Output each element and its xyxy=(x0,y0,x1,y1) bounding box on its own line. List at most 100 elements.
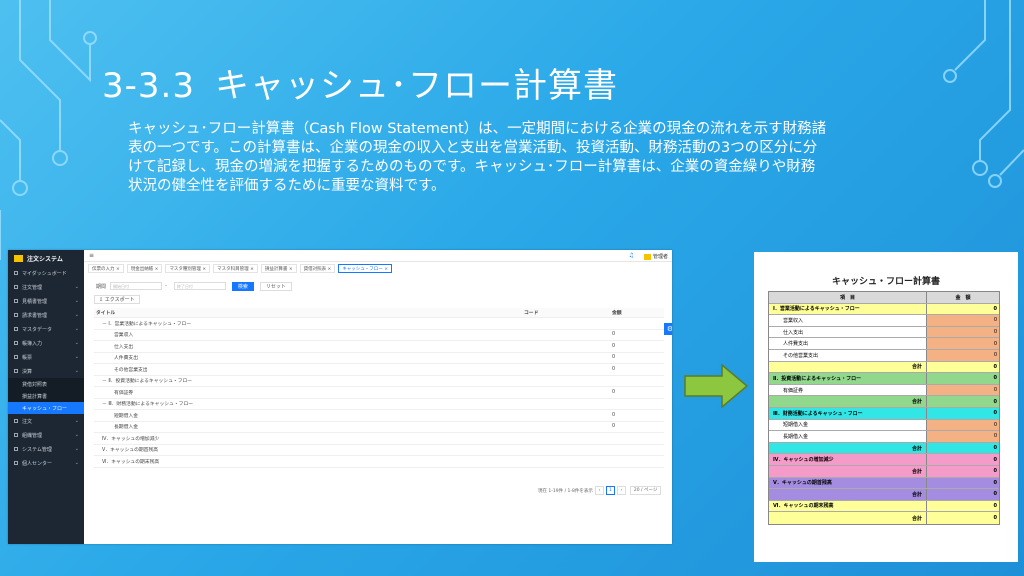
menu-item-icon xyxy=(14,447,18,451)
close-icon[interactable]: × xyxy=(328,267,332,272)
sidebar-subitem[interactable]: 損益計算書 xyxy=(8,390,84,402)
sidebar-item[interactable]: 決算 ⌄ xyxy=(8,364,84,378)
tab[interactable]: 伝票の入力 × xyxy=(88,264,124,273)
sidebar-item-label: 請求書管理 xyxy=(22,312,48,319)
menu-item-icon xyxy=(14,313,18,317)
sidebar-item[interactable]: マイダッシュボード xyxy=(8,266,84,280)
table-row[interactable]: その他営業支出 0 xyxy=(94,364,664,376)
sidebar-item[interactable]: 見積書管理 ⌄ xyxy=(8,294,84,308)
tab[interactable]: マスタ種別管理 × xyxy=(165,264,211,273)
report-row-label: 合計 xyxy=(769,465,927,477)
sidebar-item[interactable]: 請求書管理 ⌄ xyxy=(8,308,84,322)
menu-item-icon xyxy=(14,355,18,359)
prev-page-button[interactable]: ‹ xyxy=(594,486,604,495)
menu-icon[interactable]: ≡ xyxy=(89,252,94,259)
menu-item-icon xyxy=(14,369,18,373)
close-icon[interactable]: × xyxy=(202,267,206,272)
row-title: － Ⅱ．投資活動によるキャッシュ・フロー xyxy=(102,379,193,385)
app-header: ≡ ♫ 管理者 xyxy=(84,250,672,262)
sidebar-item-label: マスタデータ xyxy=(22,326,53,333)
row-amount: 0 xyxy=(612,332,616,338)
sidebar-item[interactable]: マスタデータ ⌄ xyxy=(8,322,84,336)
report-row: 合計 0 xyxy=(769,489,999,501)
chevron-down-icon: ⌄ xyxy=(74,418,79,424)
gear-icon[interactable]: ⚙ xyxy=(664,323,672,335)
sidebar-item-label: 注文管理 xyxy=(22,284,43,291)
start-date-input[interactable]: 開始日付 xyxy=(110,282,163,290)
pagination: 現在 1-19件 / 1-8件を表示 ‹ 1 › 20 / ページ xyxy=(538,486,662,495)
report-row: 人件費支出 0 xyxy=(769,338,999,350)
table-row[interactable]: 有価証券 0 xyxy=(94,387,664,399)
end-date-input[interactable]: 終了日付 xyxy=(173,282,226,290)
sidebar-item-label: 帳簿入力 xyxy=(22,340,43,347)
sidebar-item[interactable]: 組織管理 ⌄ xyxy=(8,428,84,442)
tab[interactable]: 貸借対照表 × xyxy=(299,264,336,273)
sidebar-item[interactable]: 帳票 ⌄ xyxy=(8,350,84,364)
table-row[interactable]: 仕入支出 0 xyxy=(94,341,664,353)
export-button[interactable]: ⇩ エクスポート xyxy=(94,295,140,304)
next-page-button[interactable]: › xyxy=(616,486,626,495)
sidebar-item[interactable]: 個人センター ⌄ xyxy=(8,456,84,470)
table-row[interactable]: － Ⅰ．営業活動によるキャッシュ・フロー xyxy=(94,318,664,330)
report-row-label: Ⅲ．財務活動によるキャッシュ・フロー xyxy=(769,407,927,419)
table-row[interactable]: － Ⅲ．財務活動によるキャッシュ・フロー xyxy=(94,399,664,410)
reset-button[interactable]: リセット xyxy=(259,281,292,291)
table-row[interactable]: 営業収入 0 xyxy=(94,330,664,341)
sidebar-subitem[interactable]: 貸借対照表 xyxy=(8,378,84,390)
report-row-value: 0 xyxy=(927,465,999,477)
tab[interactable]: マスタ科目管理 × xyxy=(213,264,258,273)
report-row-label: Ⅵ．キャッシュの期末残高 xyxy=(769,500,927,512)
tab-label: 伝票の入力 xyxy=(92,267,115,272)
tab-label: マスタ科目管理 xyxy=(217,267,249,272)
sidebar-item[interactable]: システム管理 ⌄ xyxy=(8,442,84,456)
row-title: 仕入支出 xyxy=(114,344,134,350)
period-label: 期間 xyxy=(96,283,107,290)
table-row[interactable]: Ⅵ．キャッシュの期末残高 xyxy=(94,456,664,468)
report-row-label: 合計 xyxy=(769,361,927,373)
table-row[interactable]: Ⅴ．キャッシュの期首残高 xyxy=(94,445,664,456)
report-row-label: その他営業支出 xyxy=(769,349,927,361)
tab[interactable]: 損益計算書 × xyxy=(260,264,297,273)
report-row-value: 0 xyxy=(927,454,999,465)
chevron-down-icon: ⌄ xyxy=(74,326,79,332)
table-row[interactable]: － Ⅱ．投資活動によるキャッシュ・フロー xyxy=(94,376,664,387)
chevron-down-icon: ⌄ xyxy=(74,284,79,290)
report-row-value: 0 xyxy=(927,407,999,419)
close-icon[interactable]: × xyxy=(250,267,254,272)
report-table: 項 目 金 額 Ⅰ．営業活動によるキャッシュ・フロー 0 営業収入 0 仕入支出 0 人件費… xyxy=(768,291,1000,525)
table-row[interactable]: 短期借入金 0 xyxy=(94,410,664,422)
sidebar-item[interactable]: 帳簿入力 ⌄ xyxy=(8,336,84,350)
section-number: 3-3.3 xyxy=(102,66,195,106)
user-menu[interactable]: 管理者 xyxy=(643,253,668,260)
app-screenshot: 注文システム マイダッシュボード 注文管理 ⌄ 見積書管理 ⌄ 請求書管理 ⌄ マスタデータ ⌄… xyxy=(8,250,672,544)
tab-label: マスタ種別管理 xyxy=(169,267,201,272)
app-name: 注文システム xyxy=(27,255,63,263)
table-row[interactable]: 長期借入金 0 xyxy=(94,422,664,433)
report-row: 合計 0 xyxy=(769,396,999,408)
sidebar-item[interactable]: 注文 ⌄ xyxy=(8,414,84,428)
report-header: 項 目 金 額 xyxy=(769,292,999,304)
table-row[interactable]: Ⅳ．キャッシュの増加減少 xyxy=(94,433,664,445)
sidebar-item[interactable]: 注文管理 ⌄ xyxy=(8,280,84,294)
cashflow-table: タイトル コード 金額 － Ⅰ．営業活動によるキャッシュ・フロー 営業収入 0 仕入支… xyxy=(94,308,664,468)
report-row: 合計 0 xyxy=(769,442,999,455)
report-row-value: 0 xyxy=(927,361,999,373)
row-amount: 0 xyxy=(612,355,616,361)
close-icon[interactable]: × xyxy=(384,267,388,272)
close-icon[interactable]: × xyxy=(155,267,159,272)
table-row[interactable]: 人件費支出 0 xyxy=(94,353,664,364)
chevron-down-icon: ⌄ xyxy=(74,340,79,346)
sidebar-subitem[interactable]: キャッシュ・フロー xyxy=(8,402,84,414)
app-logo: 注文システム xyxy=(8,250,84,266)
tab[interactable]: 現金出納帳 × xyxy=(126,264,163,273)
close-icon[interactable]: × xyxy=(116,267,120,272)
col-title: タイトル xyxy=(96,311,116,316)
tab[interactable]: キャッシュ・フロー × xyxy=(338,264,393,273)
bell-icon[interactable]: ♫ xyxy=(629,252,634,259)
chevron-down-icon: ⌄ xyxy=(74,446,79,452)
close-icon[interactable]: × xyxy=(289,267,293,272)
page-number[interactable]: 1 xyxy=(605,486,615,495)
report-row-label: 人件費支出 xyxy=(769,338,927,349)
search-button[interactable]: 検索 xyxy=(231,281,254,291)
page-size-select[interactable]: 20 / ページ xyxy=(629,486,662,495)
